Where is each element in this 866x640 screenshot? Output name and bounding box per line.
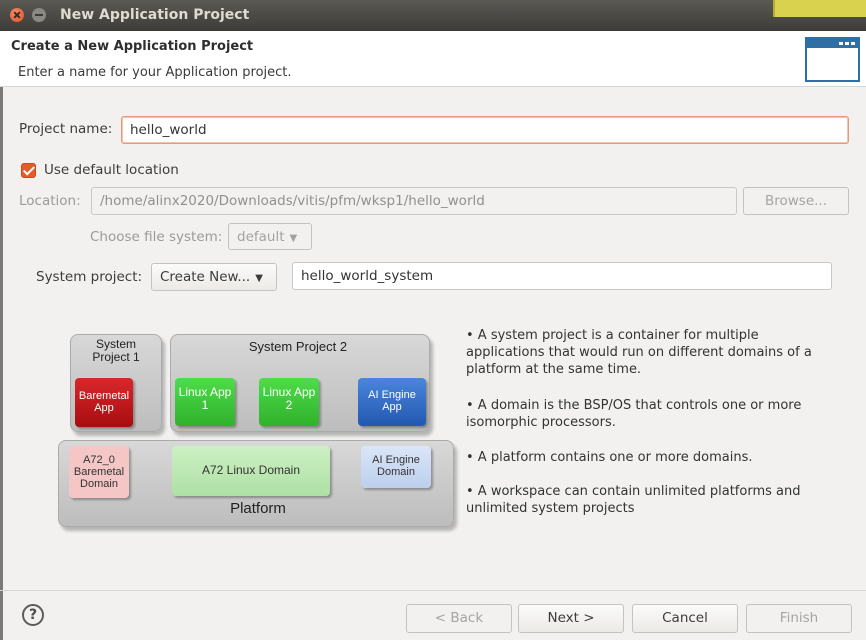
use-default-location-checkbox[interactable] <box>21 163 36 178</box>
info-platform: • A platform contains one or more domain… <box>466 450 753 465</box>
title-bar[interactable]: New Application Project <box>0 0 866 31</box>
a72-baremetal-domain-block: A72_0 Baremetal Domain <box>69 446 129 498</box>
next-button[interactable]: Next > <box>518 604 624 633</box>
file-system-label: Choose file system: <box>90 229 223 245</box>
file-system-value: default <box>237 229 285 245</box>
info-workspace: • A workspace can contain unlimited plat… <box>466 484 801 516</box>
platform-label: Platform <box>230 500 286 517</box>
close-window-icon[interactable] <box>10 8 24 22</box>
chevron-down-icon: ▼ <box>289 233 298 244</box>
button-bar-divider <box>0 590 866 591</box>
project-name-label: Project name: <box>19 121 113 137</box>
chevron-down-icon: ▼ <box>255 273 263 284</box>
browse-button[interactable]: Browse... <box>743 187 849 215</box>
location-input[interactable]: /home/alinx2020/Downloads/vitis/pfm/wksp… <box>91 187 737 215</box>
system-project-dropdown[interactable]: Create New... ▼ <box>151 263 277 291</box>
info-system-project: • A system project is a container for mu… <box>466 328 812 377</box>
header-title: Create a New Application Project <box>11 39 254 54</box>
system-project-mode: Create New... <box>160 269 251 285</box>
file-system-dropdown[interactable]: default ▼ <box>228 223 312 250</box>
system-project-name-input[interactable]: hello_world_system <box>292 262 832 290</box>
a72-linux-domain-block: A72 Linux Domain <box>172 446 330 496</box>
wizard-header: Create a New Application Project Enter a… <box>0 31 866 87</box>
info-domain: • A domain is the BSP/OS that controls o… <box>466 398 802 430</box>
minimize-window-icon[interactable] <box>32 8 46 22</box>
window-title: New Application Project <box>60 7 250 23</box>
help-icon[interactable]: ? <box>22 604 44 626</box>
system-project-2-label: System Project 2 <box>248 339 348 354</box>
window-wizard-icon <box>805 37 860 82</box>
title-bar-accent <box>773 0 866 17</box>
use-default-location-label[interactable]: Use default location <box>44 162 179 178</box>
header-subtitle: Enter a name for your Application projec… <box>18 65 292 80</box>
baremetal-app-block: Baremetal App <box>75 378 133 427</box>
project-name-input[interactable]: hello_world <box>121 116 849 144</box>
linux-app-2-block: Linux App 2 <box>259 378 319 426</box>
system-project-diagram: Platform System Project 1 Baremetal App … <box>48 328 458 528</box>
cancel-button[interactable]: Cancel <box>632 604 738 633</box>
back-button[interactable]: < Back <box>406 604 512 633</box>
location-label: Location: <box>19 193 81 209</box>
finish-button[interactable]: Finish <box>746 604 852 633</box>
ai-engine-app-block: AI Engine App <box>358 378 426 426</box>
ai-engine-domain-block: AI Engine Domain <box>361 446 431 488</box>
system-project-label: System project: <box>36 269 143 285</box>
window-border <box>0 31 3 640</box>
system-project-1-label: System Project 1 <box>92 337 140 364</box>
linux-app-1-block: Linux App 1 <box>175 378 235 426</box>
